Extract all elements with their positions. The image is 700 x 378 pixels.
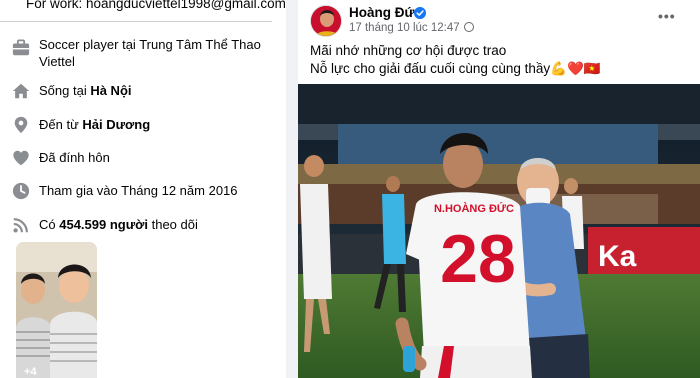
heart-icon <box>13 150 29 166</box>
post-more-options-button[interactable]: ••• <box>658 8 676 24</box>
featured-photo[interactable]: +4 <box>16 242 97 378</box>
featured-photo-image <box>16 242 97 378</box>
post-photo-image: Ka N.HOÀNG ĐỨC 28 <box>298 84 700 378</box>
from-prefix: Đến từ <box>39 117 83 132</box>
caption-line-1: Mãi nhớ những cơ hội được trao <box>310 43 507 58</box>
intro-card: For work: hoangducviettel1998@gmail.com … <box>0 0 286 378</box>
from-city-link[interactable]: Hải Dương <box>82 117 150 132</box>
followers-suffix: theo dõi <box>148 217 198 232</box>
post-timestamp[interactable]: 17 tháng 10 lúc 12:47 <box>349 22 460 34</box>
work-email: For work: hoangducviettel1998@gmail.com <box>26 0 286 11</box>
post-photo[interactable]: Ka N.HOÀNG ĐỨC 28 <box>298 84 700 378</box>
jersey-number: 28 <box>440 221 516 297</box>
location-pin-icon <box>14 116 28 134</box>
divider <box>0 21 272 22</box>
work-prefix: Soccer player tại <box>39 37 140 52</box>
lives-city-link[interactable]: Hà Nội <box>90 83 131 98</box>
avatar-image <box>311 6 341 36</box>
more-photos-count: +4 <box>24 366 37 378</box>
lives-prefix: Sống tại <box>39 83 91 98</box>
joined-text: Tham gia vào Tháng 12 năm 2016 <box>39 183 238 198</box>
jersey-name: N.HOÀNG ĐỨC <box>434 202 514 215</box>
clock-icon <box>12 182 30 200</box>
followers-prefix: Có <box>39 217 60 232</box>
post-card: Hoàng Đức 17 tháng 10 lúc 12:47 ••• Mãi … <box>298 0 700 378</box>
post-caption: Mãi nhớ những cơ hội được trao Nỗ lực ch… <box>310 42 601 78</box>
home-icon <box>12 83 30 99</box>
caption-line-2: Nỗ lực cho giải đấu cuối cùng cùng thầy💪… <box>310 61 601 76</box>
relationship-text: Đã đính hôn <box>39 150 110 165</box>
author-avatar[interactable] <box>310 5 342 37</box>
rss-icon <box>13 218 28 233</box>
author-name[interactable]: Hoàng Đức <box>349 5 422 20</box>
verified-badge-icon <box>414 7 426 19</box>
briefcase-icon <box>12 39 30 56</box>
globe-icon <box>463 22 474 32</box>
followers-count-link[interactable]: 454.599 người <box>59 217 148 232</box>
banner-text: Ka <box>598 240 637 273</box>
